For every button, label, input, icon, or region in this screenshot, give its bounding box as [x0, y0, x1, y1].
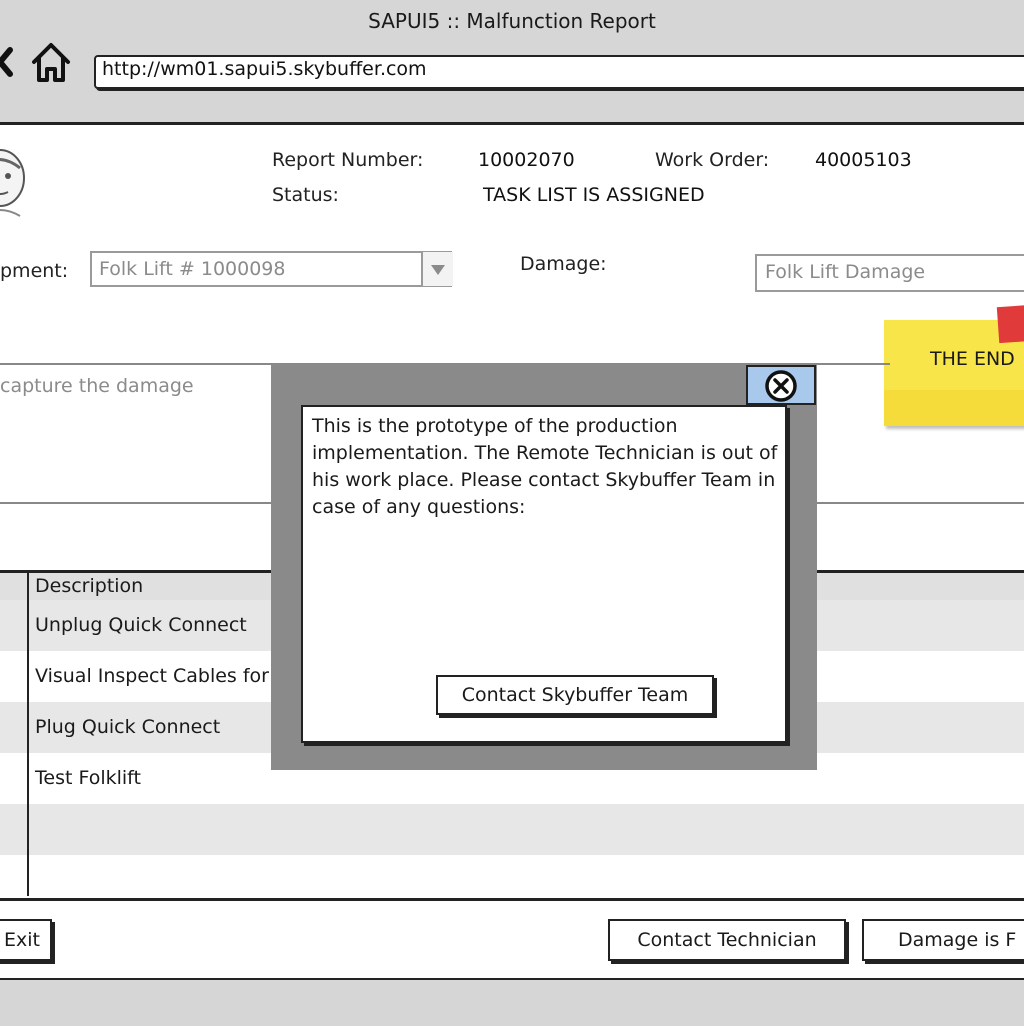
contact-technician-button[interactable]: Contact Technician: [608, 919, 846, 961]
contact-skybuffer-team-button[interactable]: Contact Skybuffer Team: [436, 675, 714, 715]
damage-fixed-button[interactable]: Damage is F: [862, 919, 1024, 961]
status-label: Status:: [272, 184, 339, 206]
table-row[interactable]: [0, 855, 1024, 898]
equipment-label: pment:: [0, 260, 69, 282]
equipment-value: Folk Lift # 1000098: [99, 258, 286, 280]
table-cell: Test Folklift: [35, 767, 141, 789]
home-icon[interactable]: [30, 40, 72, 86]
sticky-note-shade: [884, 390, 1024, 426]
table-cell: Plug Quick Connect: [35, 716, 221, 738]
window-title: SAPUI5 :: Malfunction Report: [368, 9, 656, 33]
close-icon[interactable]: [0, 44, 16, 80]
table-cell: Unplug Quick Connect: [35, 614, 247, 636]
report-number-label: Report Number:: [272, 149, 424, 171]
table-column-divider: [27, 572, 29, 896]
equipment-dropdown-button[interactable]: [421, 252, 453, 286]
damage-label: Damage:: [520, 253, 607, 275]
footer-bar: [0, 978, 1024, 1026]
avatar: [0, 149, 25, 217]
work-order-value: 40005103: [815, 149, 912, 171]
table-row[interactable]: [0, 804, 1024, 855]
chevron-down-icon: [431, 265, 445, 275]
status-value: TASK LIST IS ASSIGNED: [483, 184, 705, 206]
sticky-note-text: THE END: [930, 348, 1015, 370]
exit-button[interactable]: Exit: [0, 919, 52, 961]
modal-message: This is the prototype of the production …: [312, 415, 778, 518]
damage-value: Folk Lift Damage: [765, 261, 926, 283]
report-number-value: 10002070: [478, 149, 575, 171]
modal-close-button[interactable]: [746, 365, 816, 405]
table-cell: Visual Inspect Cables for: [35, 665, 269, 687]
damage-textarea[interactable]: capture the damage: [0, 375, 194, 397]
footer-divider: [0, 898, 1024, 901]
url-text: http://wm01.sapui5.skybuffer.com: [102, 58, 427, 80]
table-header-description: Description: [35, 575, 144, 597]
work-order-label: Work Order:: [655, 149, 770, 171]
sticky-pin-icon: [996, 304, 1024, 344]
close-circle-icon: [765, 370, 797, 402]
